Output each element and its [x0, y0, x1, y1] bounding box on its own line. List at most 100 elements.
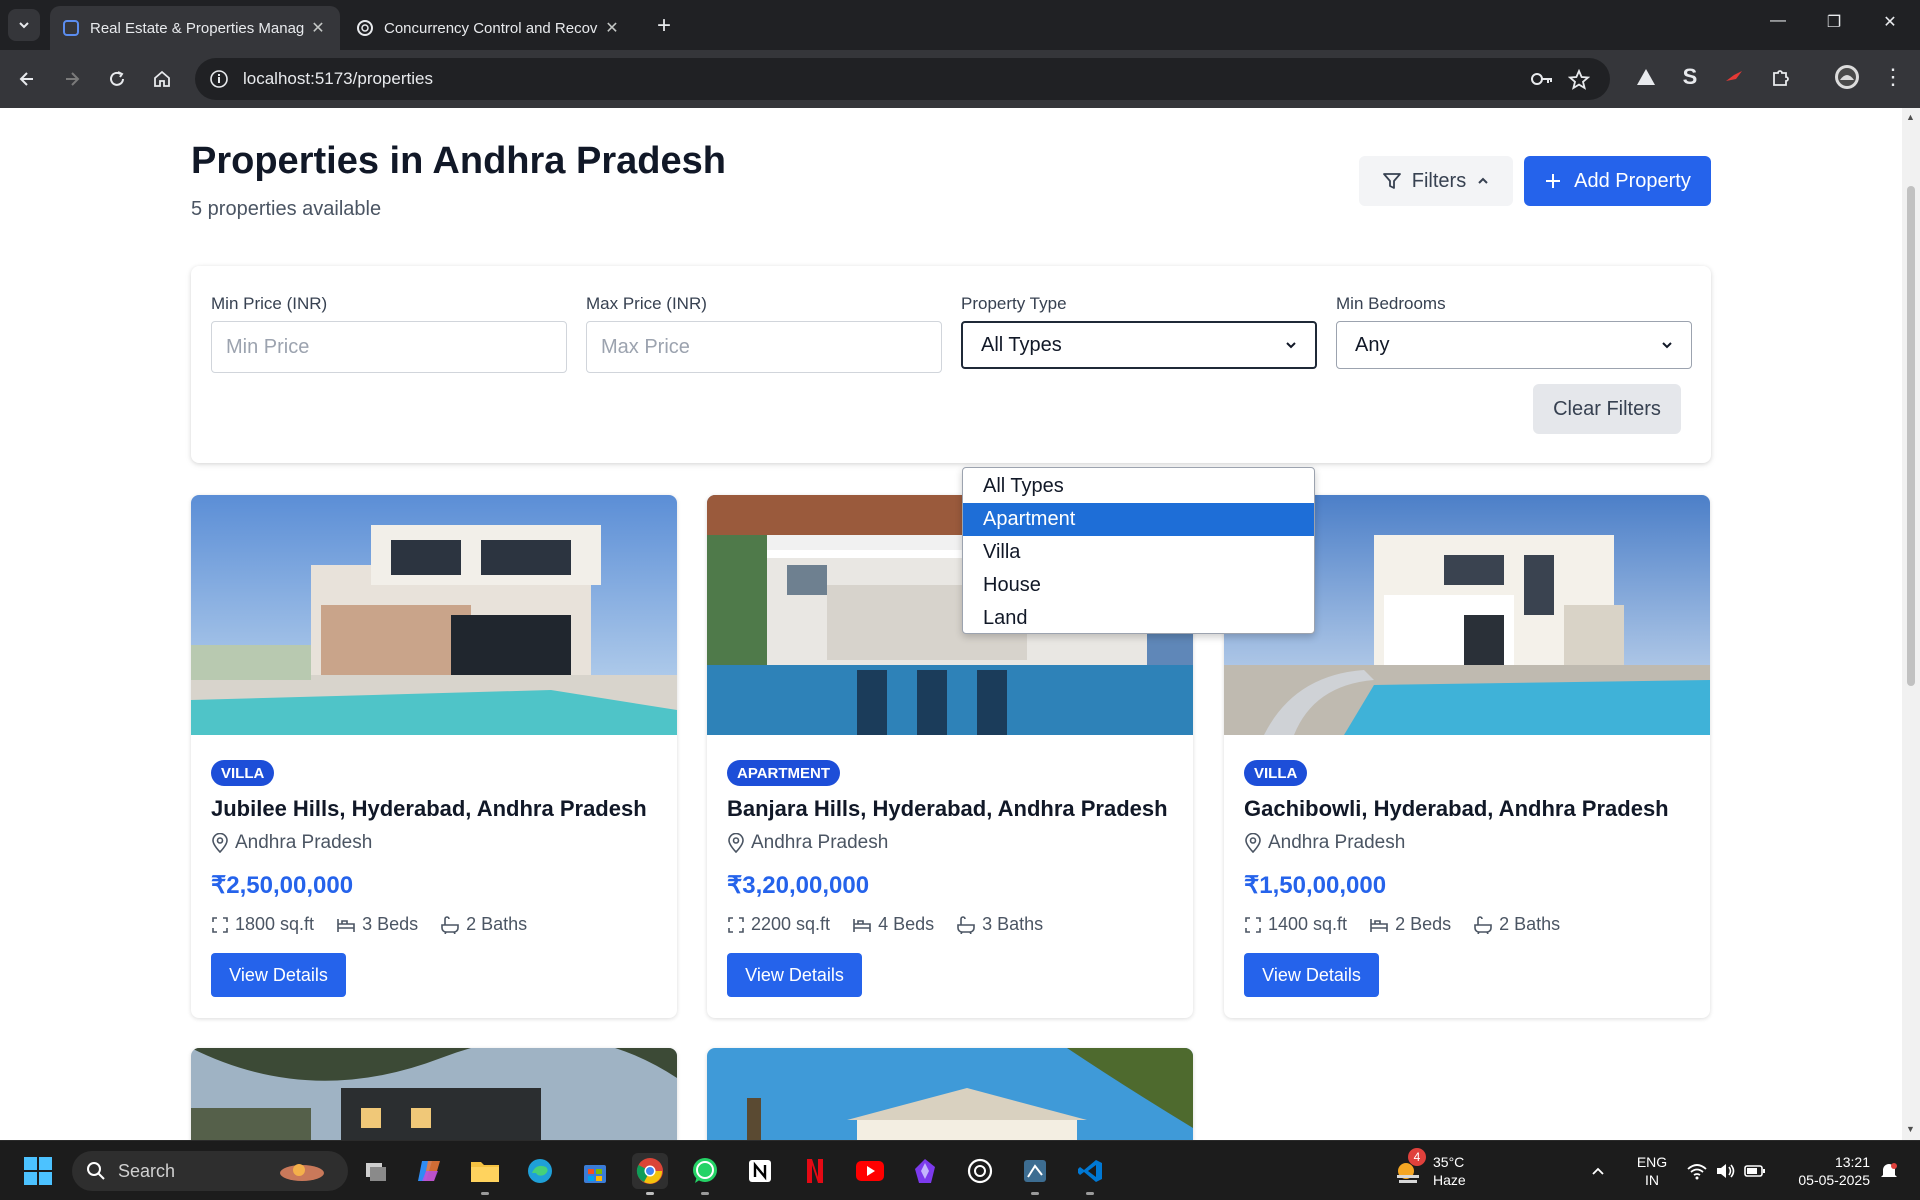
site-info-icon[interactable] [209, 69, 229, 89]
lang-line-1: ENG [1636, 1154, 1668, 1170]
whatsapp-icon[interactable] [687, 1153, 723, 1195]
mysql-workbench-icon[interactable] [1017, 1153, 1053, 1195]
property-type-select[interactable]: All Types [961, 321, 1317, 369]
tab-search-button[interactable] [8, 9, 40, 41]
window-close-icon[interactable]: ✕ [1870, 12, 1910, 32]
option-apartment[interactable]: Apartment [963, 503, 1314, 536]
min-price-label: Min Price (INR) [211, 294, 328, 313]
notification-icon[interactable] [1874, 1153, 1904, 1189]
property-count: 5 properties available [191, 198, 382, 220]
site-favicon-icon [63, 20, 79, 36]
profile-avatar-icon[interactable] [1834, 64, 1860, 90]
tab-concurrency[interactable]: Concurrency Control and Recov ✕ [344, 6, 634, 50]
property-image[interactable] [191, 1048, 677, 1140]
volume-icon[interactable] [1712, 1153, 1740, 1189]
chrome-icon[interactable] [632, 1153, 668, 1195]
tab-real-estate[interactable]: Real Estate & Properties Manag ✕ [50, 6, 340, 50]
bookmark-star-icon[interactable] [1568, 69, 1590, 91]
property-card [707, 1048, 1193, 1140]
property-location: Andhra Pradesh [211, 832, 372, 854]
weather-alert-badge: 4 [1408, 1148, 1426, 1166]
add-property-label: Add Property [1574, 169, 1691, 192]
notion-icon[interactable] [742, 1153, 778, 1189]
new-tab-icon[interactable]: + [650, 12, 678, 40]
bath-icon [957, 915, 975, 934]
location-text: Andhra Pradesh [751, 832, 889, 853]
property-price: ₹2,50,00,000 [211, 872, 354, 899]
option-house[interactable]: House [963, 569, 1314, 602]
property-price: ₹3,20,00,000 [727, 872, 870, 899]
language-indicator[interactable]: ENG IN [1630, 1153, 1674, 1189]
filter-panel: Min Price (INR) Min Price Max Price (INR… [191, 266, 1711, 463]
option-all-types[interactable]: All Types [963, 470, 1314, 503]
edge-browser-icon[interactable] [522, 1153, 558, 1189]
property-specs: 2200 sq.ft 4 Beds 3 Baths [727, 914, 1043, 935]
address-bar[interactable]: localhost:5173/properties [195, 58, 1610, 100]
youtube-icon[interactable] [852, 1153, 888, 1189]
min-bedrooms-select[interactable]: Any [1336, 321, 1692, 369]
beds-text: 3 Beds [362, 914, 419, 934]
filters-toggle-button[interactable]: Filters [1359, 156, 1513, 206]
scroll-thumb[interactable] [1907, 186, 1915, 686]
reload-icon[interactable] [102, 64, 132, 94]
taskbar-search[interactable]: Search [72, 1151, 348, 1191]
clear-filters-button[interactable]: Clear Filters [1533, 384, 1681, 434]
property-specs: 1800 sq.ft 3 Beds 2 Baths [211, 914, 527, 935]
close-icon[interactable]: ✕ [602, 18, 622, 38]
password-key-icon[interactable] [1530, 69, 1554, 89]
openai-favicon-icon [357, 20, 373, 36]
chevron-down-icon [19, 22, 29, 29]
minimize-icon[interactable]: — [1758, 12, 1798, 30]
property-image[interactable] [191, 495, 677, 735]
obsidian-icon[interactable] [907, 1153, 943, 1189]
kebab-menu-icon[interactable]: ⋮ [1880, 64, 1906, 90]
battery-icon[interactable] [1741, 1153, 1769, 1189]
vscode-icon[interactable] [1072, 1153, 1108, 1195]
view-details-button[interactable]: View Details [727, 953, 862, 997]
search-label: Search [118, 1160, 176, 1181]
clock-time: 13:21 [1834, 1154, 1870, 1170]
option-villa[interactable]: Villa [963, 536, 1314, 569]
chevron-up-icon[interactable] [1583, 1153, 1613, 1189]
tab-title: Real Estate & Properties Manag [90, 19, 305, 37]
windows-start-icon[interactable] [20, 1153, 56, 1189]
clock[interactable]: 13:21 05-05-2025 [1782, 1153, 1870, 1189]
close-icon[interactable]: ✕ [308, 18, 328, 38]
area-expand-icon [728, 916, 744, 933]
restore-icon[interactable]: ❐ [1814, 12, 1854, 32]
map-pin-icon [1245, 833, 1261, 853]
home-icon[interactable] [147, 64, 177, 94]
max-price-input[interactable]: Max Price [586, 321, 942, 373]
option-land[interactable]: Land [963, 602, 1314, 635]
scroll-down-icon[interactable]: ▼ [1906, 1124, 1915, 1134]
extension-s-icon[interactable]: S [1677, 64, 1703, 90]
back-icon[interactable] [12, 64, 42, 94]
property-location: Andhra Pradesh [727, 832, 888, 854]
netflix-icon[interactable] [797, 1153, 833, 1189]
wifi-icon[interactable] [1683, 1153, 1711, 1189]
property-image[interactable] [707, 1048, 1193, 1140]
area-text: 1800 sq.ft [235, 914, 315, 934]
min-price-input[interactable]: Min Price [211, 321, 567, 373]
extension-bird-icon[interactable] [1721, 64, 1747, 90]
add-property-button[interactable]: Add Property [1524, 156, 1711, 206]
copilot-icon[interactable] [412, 1153, 448, 1189]
chatgpt-icon[interactable] [962, 1153, 998, 1189]
property-specs: 1400 sq.ft 2 Beds 2 Baths [1244, 914, 1560, 935]
extensions-puzzle-icon[interactable] [1768, 64, 1794, 90]
max-price-label: Max Price (INR) [586, 294, 707, 313]
weather-temp: 35°C [1433, 1154, 1465, 1170]
scroll-up-icon[interactable]: ▲ [1906, 112, 1915, 122]
beds-text: 4 Beds [878, 914, 935, 934]
weather-info[interactable]: 35°C Haze [1433, 1153, 1466, 1189]
task-view-icon[interactable] [358, 1153, 394, 1189]
property-card: VILLA Jubilee Hills, Hyderabad, Andhra P… [191, 495, 677, 1018]
microsoft-store-icon[interactable] [577, 1153, 613, 1189]
view-details-button[interactable]: View Details [1244, 953, 1379, 997]
extension-triangle-icon[interactable] [1633, 64, 1659, 90]
property-title: Jubilee Hills, Hyderabad, Andhra Pradesh [211, 796, 647, 821]
view-details-button[interactable]: View Details [211, 953, 346, 997]
page-scrollbar[interactable]: ▲ ▼ [1902, 108, 1920, 1140]
forward-icon[interactable] [57, 64, 87, 94]
file-explorer-icon[interactable] [467, 1153, 503, 1195]
